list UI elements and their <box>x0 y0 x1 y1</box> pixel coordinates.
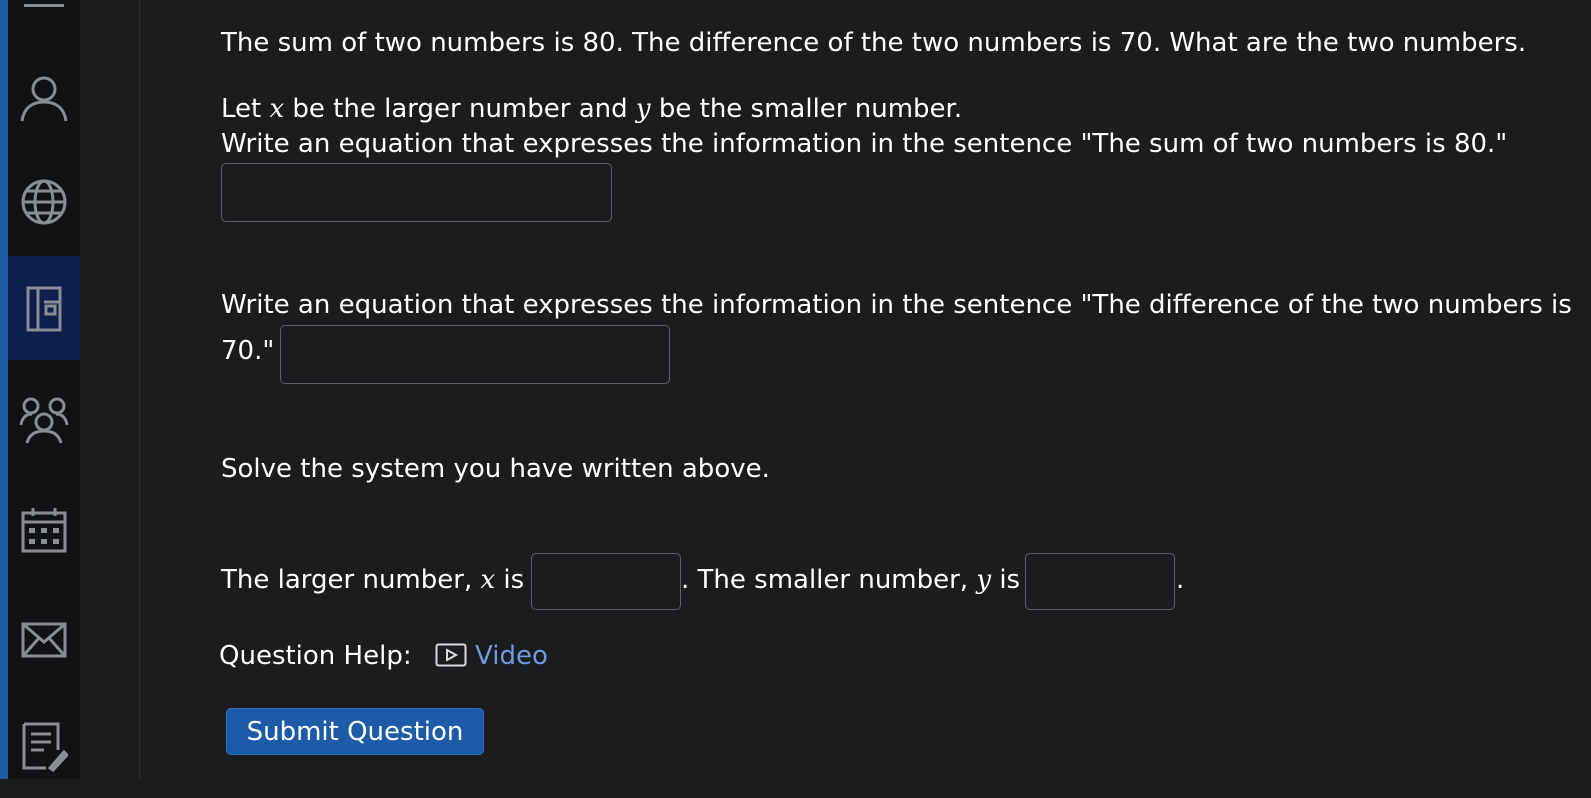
sidebar-item-menu[interactable] <box>8 0 80 52</box>
let-mid: be the larger number and <box>284 94 636 124</box>
sidebar-item-calendar[interactable] <box>8 478 80 582</box>
let-prefix: Let <box>221 94 270 124</box>
globe-icon <box>21 179 67 225</box>
equation-2-input[interactable] <box>280 325 670 384</box>
people-icon <box>19 397 69 444</box>
sidebar-item-notes[interactable] <box>8 694 80 798</box>
calendar-icon <box>21 508 67 553</box>
smaller-prefix: . The smaller number, <box>681 565 977 595</box>
smaller-suffix: is <box>991 565 1021 595</box>
sidebar-item-groups[interactable] <box>8 368 80 472</box>
larger-number-input[interactable] <box>531 553 681 610</box>
notes-icon <box>22 722 68 772</box>
equation-prompt-2: Write an equation that expresses the inf… <box>221 290 1572 320</box>
equation-prompt-1: Write an equation that expresses the inf… <box>221 129 1508 159</box>
submit-question-button[interactable]: Submit Question <box>226 708 484 755</box>
sidebar-item-world[interactable] <box>8 150 80 254</box>
larger-suffix: is <box>495 565 525 595</box>
solve-instruction: Solve the system you have written above. <box>221 454 770 484</box>
problem-text: The sum of two numbers is 80. The differ… <box>221 28 1527 58</box>
equation-prompt-2-cont: 70." <box>221 336 275 366</box>
smaller-number-input[interactable] <box>1025 553 1175 610</box>
book-icon <box>26 286 62 332</box>
accent-strip <box>0 0 8 779</box>
menu-icon <box>24 4 64 7</box>
sidebar-item-messages[interactable] <box>8 588 80 692</box>
question-help-label: Question Help: <box>219 641 412 671</box>
var-x: x <box>269 94 285 124</box>
user-icon <box>20 76 68 122</box>
sidebar-item-profile[interactable] <box>8 46 80 150</box>
larger-label: The larger number, x is <box>221 563 524 598</box>
play-icon[interactable] <box>435 643 467 667</box>
larger-var-x: x <box>480 565 496 595</box>
smaller-var-y: y <box>976 565 992 595</box>
smaller-label: . The smaller number, y is <box>681 563 1020 598</box>
answer-end-period: . <box>1176 565 1185 595</box>
content-divider <box>139 0 140 779</box>
equation-1-input[interactable] <box>221 163 612 222</box>
variable-definition: Let x be the larger number and y be the … <box>221 92 962 127</box>
video-help-link[interactable]: Video <box>475 639 548 674</box>
sidebar-item-course[interactable] <box>8 256 80 360</box>
sidebar-nav <box>8 0 80 779</box>
var-y: y <box>635 94 651 124</box>
larger-prefix: The larger number, <box>221 565 481 595</box>
let-suffix: be the smaller number. <box>650 94 963 124</box>
mail-icon <box>21 622 67 658</box>
